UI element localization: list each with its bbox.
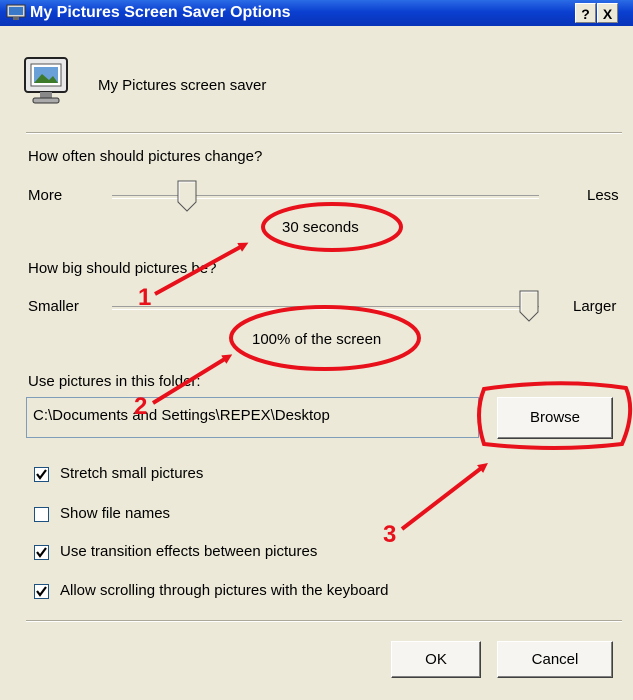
checkmark-icon	[36, 547, 47, 558]
checkmark-icon	[36, 586, 47, 597]
separator	[26, 620, 622, 622]
slider-min-label: More	[28, 187, 63, 204]
window-title: My Pictures Screen Saver Options	[30, 4, 291, 21]
option-checkbox[interactable]	[34, 507, 49, 522]
monitor-picture-icon	[24, 57, 68, 104]
separator	[26, 132, 622, 134]
folder-label: Use pictures in this folder:	[28, 373, 201, 390]
header-label: My Pictures screen saver	[98, 77, 267, 94]
help-button[interactable]: ?	[575, 3, 596, 23]
browse-button[interactable]: Browse	[497, 397, 613, 439]
title-bar[interactable]: My Pictures Screen Saver Options ? X	[0, 0, 633, 26]
picture-size-label: How big should pictures be?	[28, 260, 217, 277]
slider-min-label: Smaller	[28, 298, 79, 315]
monitor-icon	[6, 4, 26, 20]
picture-size-slider-thumb[interactable]	[519, 290, 539, 322]
slider-max-label: Larger	[573, 298, 617, 315]
annotation-number: 2	[134, 393, 148, 420]
slider-max-label: Less	[587, 187, 619, 204]
option-label[interactable]: Allow scrolling through pictures with th…	[60, 582, 389, 599]
checkmark-icon	[36, 469, 47, 480]
change-interval-slider[interactable]	[112, 195, 539, 199]
option-label[interactable]: Use transition effects between pictures	[60, 543, 317, 560]
picture-size-value: 100% of the screen	[252, 331, 382, 348]
option-checkbox[interactable]	[34, 467, 49, 482]
close-button[interactable]: X	[597, 3, 618, 23]
folder-path-field[interactable]: C:\Documents and Settings\REPEX\Desktop	[26, 397, 479, 438]
screen-saver-options-dialog: My Pictures Screen Saver Options ? X My …	[0, 0, 633, 700]
option-label[interactable]: Stretch small pictures	[60, 465, 203, 482]
change-interval-label: How often should pictures change?	[28, 148, 263, 165]
annotation-number: 1	[138, 284, 152, 311]
option-label[interactable]: Show file names	[60, 505, 170, 522]
annotation-number: 3	[383, 521, 397, 548]
cancel-button[interactable]: Cancel	[497, 641, 613, 678]
ok-button[interactable]: OK	[391, 641, 481, 678]
change-interval-value: 30 seconds	[282, 219, 359, 236]
option-checkbox[interactable]	[34, 545, 49, 560]
annotation-arrow	[400, 462, 488, 531]
picture-size-slider[interactable]	[112, 306, 539, 310]
option-checkbox[interactable]	[34, 584, 49, 599]
change-interval-slider-thumb[interactable]	[177, 180, 197, 212]
